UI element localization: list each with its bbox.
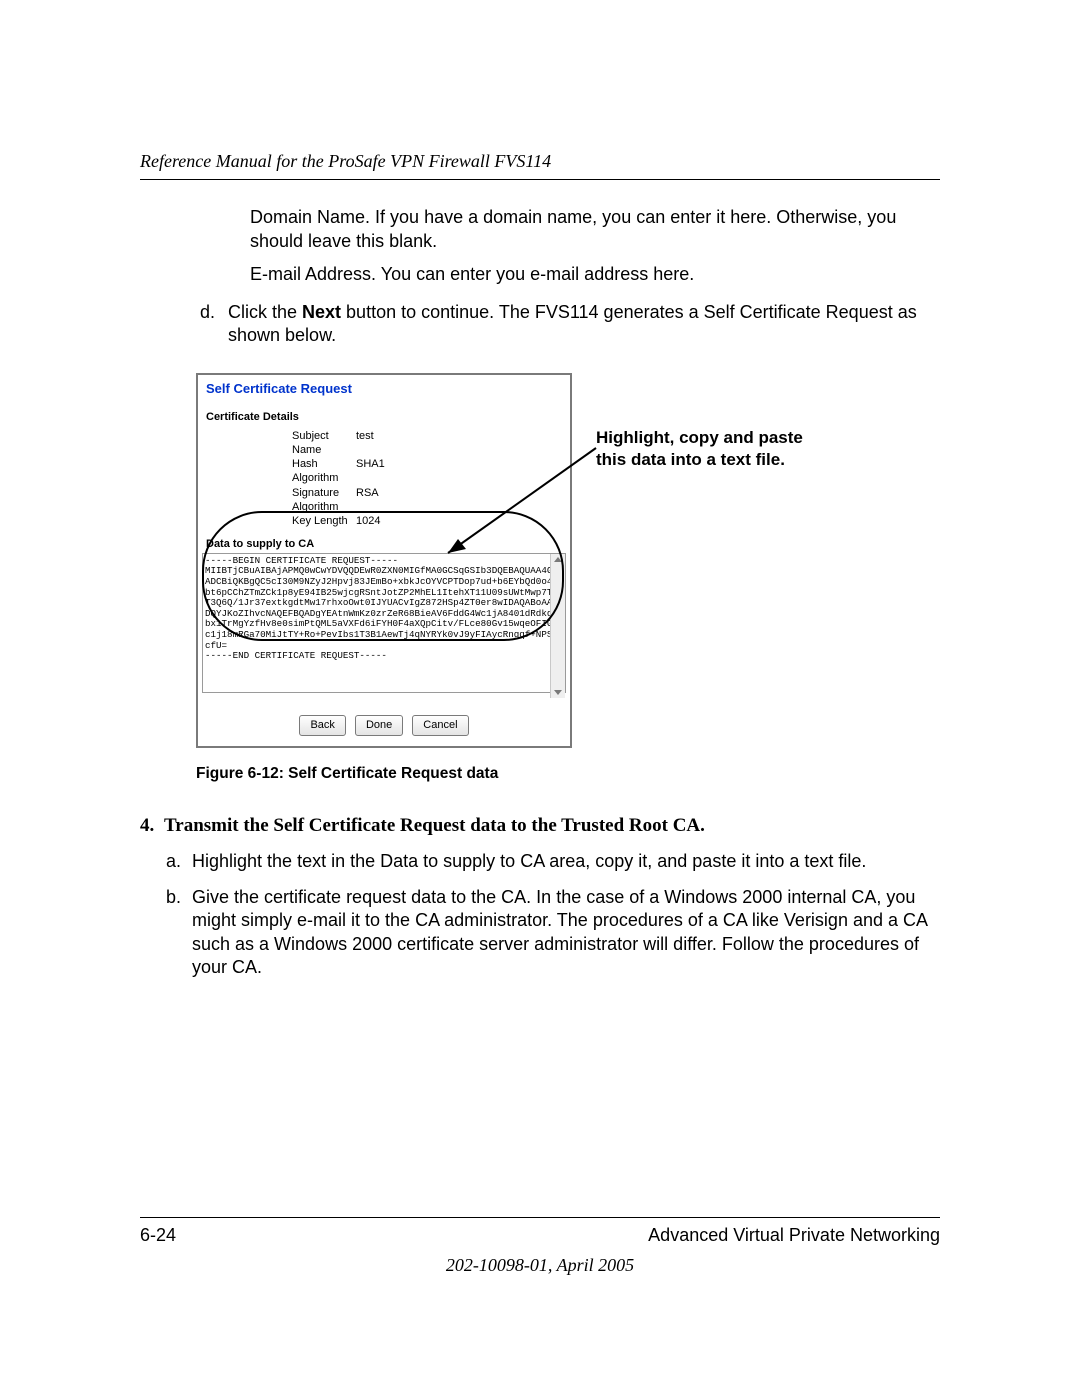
detail-key: Key Length (206, 514, 356, 528)
done-button[interactable]: Done (355, 715, 403, 735)
supply-heading: Data to supply to CA (198, 535, 570, 553)
substep-a-marker: a. (166, 850, 192, 873)
scrollbar[interactable] (550, 554, 565, 698)
domain-paragraph: Domain Name. If you have a domain name, … (250, 206, 940, 253)
detail-value: test (356, 429, 562, 458)
page-number: 6-24 (140, 1224, 176, 1247)
callout-text: Highlight, copy and paste this data into… (596, 427, 806, 470)
table-row: Subject Name test (206, 429, 562, 458)
cancel-button[interactable]: Cancel (412, 715, 468, 735)
details-table: Subject Name test Hash Algorithm SHA1 Si… (198, 427, 570, 535)
substep-b-marker: b. (166, 886, 192, 980)
table-row: Hash Algorithm SHA1 (206, 457, 562, 486)
step-d-marker: d. (200, 301, 228, 348)
step4-heading: Transmit the Self Certificate Request da… (164, 814, 705, 839)
substep-b-text: Give the certificate request data to the… (192, 886, 940, 980)
detail-value: 1024 (356, 514, 562, 528)
table-row: Signature Algorithm RSA (206, 486, 562, 515)
details-heading: Certificate Details (198, 408, 570, 426)
step-d-text: Click the Next button to continue. The F… (228, 301, 940, 348)
step-d-next: Next (302, 302, 341, 322)
csr-textarea[interactable] (202, 553, 566, 693)
detail-key: Hash Algorithm (206, 457, 356, 486)
footer-rule (140, 1217, 940, 1218)
detail-value: RSA (356, 486, 562, 515)
step4-number: 4. (140, 814, 164, 839)
detail-value: SHA1 (356, 457, 562, 486)
step-d-pre: Click the (228, 302, 302, 322)
footer-section: Advanced Virtual Private Networking (648, 1224, 940, 1247)
detail-key: Subject Name (206, 429, 356, 458)
back-button[interactable]: Back (299, 715, 345, 735)
figure-wrapper: Self Certificate Request Certificate Det… (196, 373, 916, 747)
email-paragraph: E-mail Address. You can enter you e-mail… (250, 263, 940, 286)
detail-key: Signature Algorithm (206, 486, 356, 515)
cert-request-dialog: Self Certificate Request Certificate Det… (196, 373, 572, 747)
figure-caption: Figure 6-12: Self Certificate Request da… (196, 764, 940, 784)
header-rule (140, 179, 940, 180)
table-row: Key Length 1024 (206, 514, 562, 528)
doc-id: 202-10098-01, April 2005 (140, 1254, 940, 1277)
substep-a-text: Highlight the text in the Data to supply… (192, 850, 940, 873)
dialog-title: Self Certificate Request (198, 375, 570, 408)
running-header: Reference Manual for the ProSafe VPN Fir… (140, 150, 940, 173)
